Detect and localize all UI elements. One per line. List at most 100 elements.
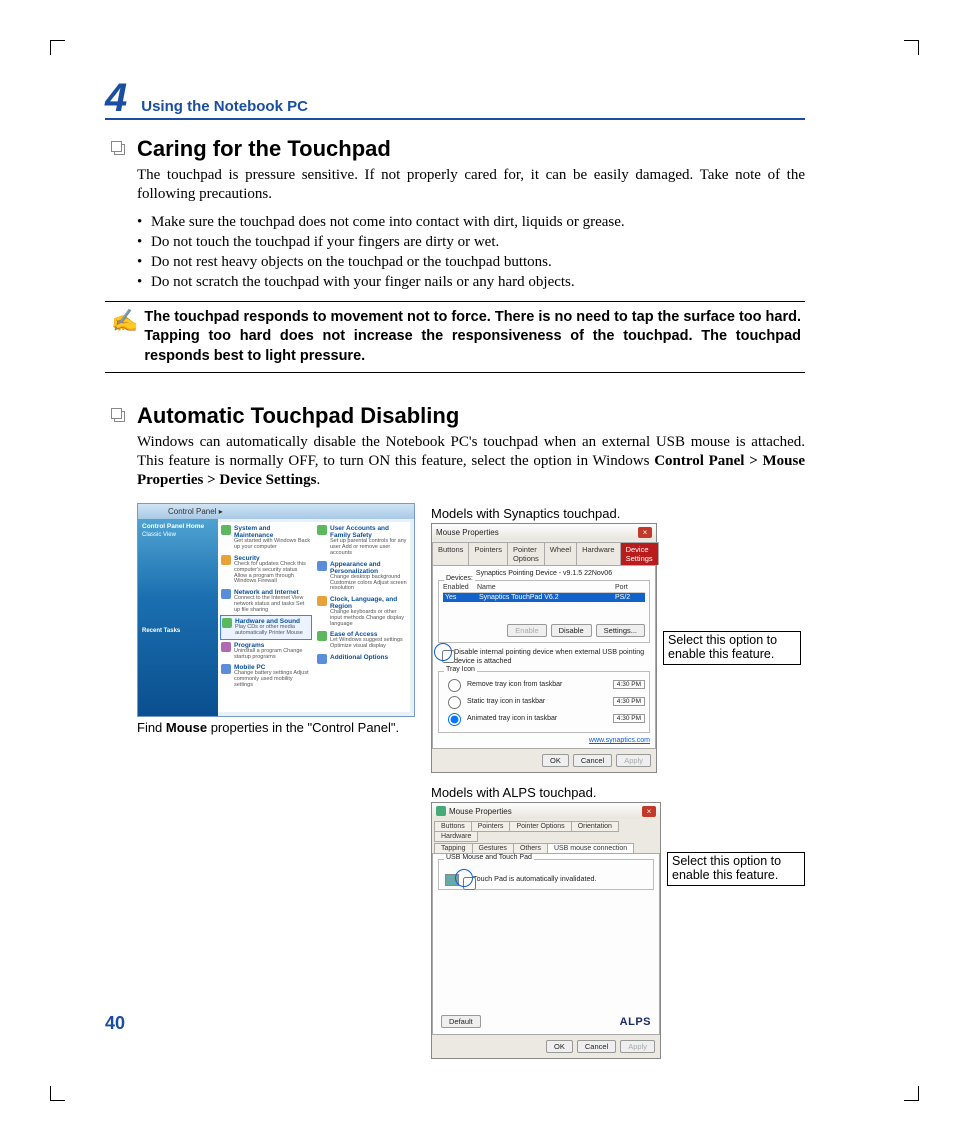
cp-sub: Let Windows suggest settings Optimize vi… [330,638,407,650]
radio-animated-tray[interactable]: Animated tray icon in taskbar [443,710,557,726]
tab-pointer-options[interactable]: Pointer Options [509,821,571,832]
tab-hardware[interactable]: Hardware [434,831,478,842]
radio-label: Animated tray icon in taskbar [467,715,557,722]
cp-sub: Play CDs or other media automatically Pr… [235,625,310,637]
dialog-title: Mouse Properties [449,807,512,816]
category-icon [221,589,231,599]
synaptics-header: Models with Synaptics touchpad. [431,506,805,521]
cancel-button[interactable]: Cancel [573,754,612,767]
cp-sub: Change keyboards or other input methods … [330,610,407,627]
alps-logo: ALPS [620,1016,651,1028]
close-icon[interactable]: × [642,806,656,817]
ok-button[interactable]: OK [542,754,569,767]
cp-sub: Change battery settings Adjust commonly … [234,671,311,688]
window-breadcrumb: Control Panel ▸ [138,504,414,519]
settings-button[interactable]: Settings... [596,624,645,637]
category-icon [317,561,327,571]
precautions-list: Make sure the touchpad does not come int… [137,214,805,291]
time-preview: 4:30 PM [613,697,645,706]
disable-button[interactable]: Disable [551,624,592,637]
page-number: 40 [105,1013,125,1034]
section2-body: Windows can automatically disable the No… [137,433,805,489]
checkbox-label: Disable internal pointing device when ex… [454,647,644,665]
tab-wheel[interactable]: Wheel [544,542,577,565]
device-row-selected[interactable]: Yes Synaptics TouchPad V6.2 PS/2 [443,593,645,602]
caption-text: Find [137,720,166,735]
cp-category: Clock, Language, and Region [330,596,407,610]
alps-header: Models with ALPS touchpad. [431,785,805,800]
cp-category: Appearance and Personalization [330,561,407,575]
section-marker-icon [111,408,123,420]
tab-orientation[interactable]: Orientation [571,821,619,832]
cp-sub: Set up parental controls for any user Ad… [330,539,407,556]
time-preview: 4:30 PM [613,714,645,723]
cp-sub: Change desktop background Customize colo… [330,575,407,592]
callout-synaptics: Select this option to enable this featur… [663,631,801,665]
cp-hardware-sound-highlighted: Hardware and SoundPlay CDs or other medi… [220,615,312,640]
sidebar-item: Classic View [142,532,214,538]
tray-icon-group-label: Tray Icon [444,666,477,673]
dialog-title: Mouse Properties [436,528,499,537]
cp-sub: Connect to the Internet View network sta… [234,596,311,613]
disable-internal-checkbox[interactable]: Disable internal pointing device when ex… [438,647,650,665]
radio-label: Static tray icon in taskbar [467,698,545,705]
cp-category: System and Maintenance [234,525,311,539]
section1-intro: The touchpad is pressure sensitive. If n… [137,166,805,204]
tab-bar: Buttons Pointers Pointer Options Wheel H… [432,540,656,565]
cp-sub: Check for updates Check this computer's … [234,562,311,585]
note-text: The touchpad responds to movement not to… [144,308,805,367]
col-header: Enabled [443,584,477,591]
category-icon [221,555,231,565]
radio-static-tray[interactable]: Static tray icon in taskbar [443,693,545,709]
apply-button: Apply [620,1040,655,1053]
synaptics-dialog: Mouse Properties × Buttons Pointers Poin… [431,523,657,773]
tab-pointer-options[interactable]: Pointer Options [507,542,545,565]
category-icon [317,631,327,641]
col-header: Name [477,584,615,591]
sidebar-title: Control Panel Home [142,523,214,530]
tab-hardware[interactable]: Hardware [576,542,621,565]
sidebar-recent-title: Recent Tasks [142,628,214,634]
note-callout: ✍ The touchpad responds to movement not … [105,301,805,374]
radio-label: Remove tray icon from taskbar [467,681,562,688]
category-icon [222,618,232,628]
cp-sub: Uninstall a program Change startup progr… [234,649,311,661]
close-icon[interactable]: × [638,527,652,538]
section-title-auto-disable: Automatic Touchpad Disabling [137,403,805,429]
radio-remove-tray[interactable]: Remove tray icon from taskbar [443,676,562,692]
chapter-heading: 4 Using the Notebook PC [105,78,805,120]
caption-bold: Mouse [166,720,207,735]
control-panel-screenshot: Control Panel ▸ Control Panel Home Class… [137,503,415,717]
tab-device-settings[interactable]: Device Settings [620,542,659,565]
mouse-icon [436,806,446,816]
list-item: Do not touch the touchpad if your finger… [137,234,805,251]
callout-alps: Select this option to enable this featur… [667,852,805,886]
ok-button[interactable]: OK [546,1040,573,1053]
cell: Yes [443,594,479,601]
tab-buttons[interactable]: Buttons [432,542,469,565]
list-item: Do not scratch the touchpad with your fi… [137,274,805,291]
cp-category: Additional Options [330,654,388,661]
cell: Synaptics TouchPad V6.2 [479,594,615,601]
default-button[interactable]: Default [441,1015,481,1028]
cell: PS/2 [615,594,645,601]
category-icon [221,664,231,674]
enable-button: Enable [507,624,546,637]
apply-button: Apply [616,754,651,767]
chapter-number: 4 [105,78,127,118]
cp-sub: Get started with Windows Back up your co… [234,539,311,551]
section-marker-icon [111,141,123,153]
category-icon [221,525,231,535]
category-icon [317,596,327,606]
usb-mouse-group-label: USB Mouse and Touch Pad [444,854,534,861]
list-item: Make sure the touchpad does not come int… [137,214,805,231]
checkbox-label: Touch Pad is automatically invalidated. [473,874,596,883]
devices-group-label: Devices: [444,575,475,582]
synaptics-link[interactable]: www.synaptics.com [438,737,650,744]
note-icon: ✍ [105,308,144,367]
cancel-button[interactable]: Cancel [577,1040,616,1053]
tab-pointers[interactable]: Pointers [468,542,508,565]
list-item: Do not rest heavy objects on the touchpa… [137,254,805,271]
control-panel-sidebar: Control Panel Home Classic View Recent T… [138,519,218,716]
category-icon [221,642,231,652]
